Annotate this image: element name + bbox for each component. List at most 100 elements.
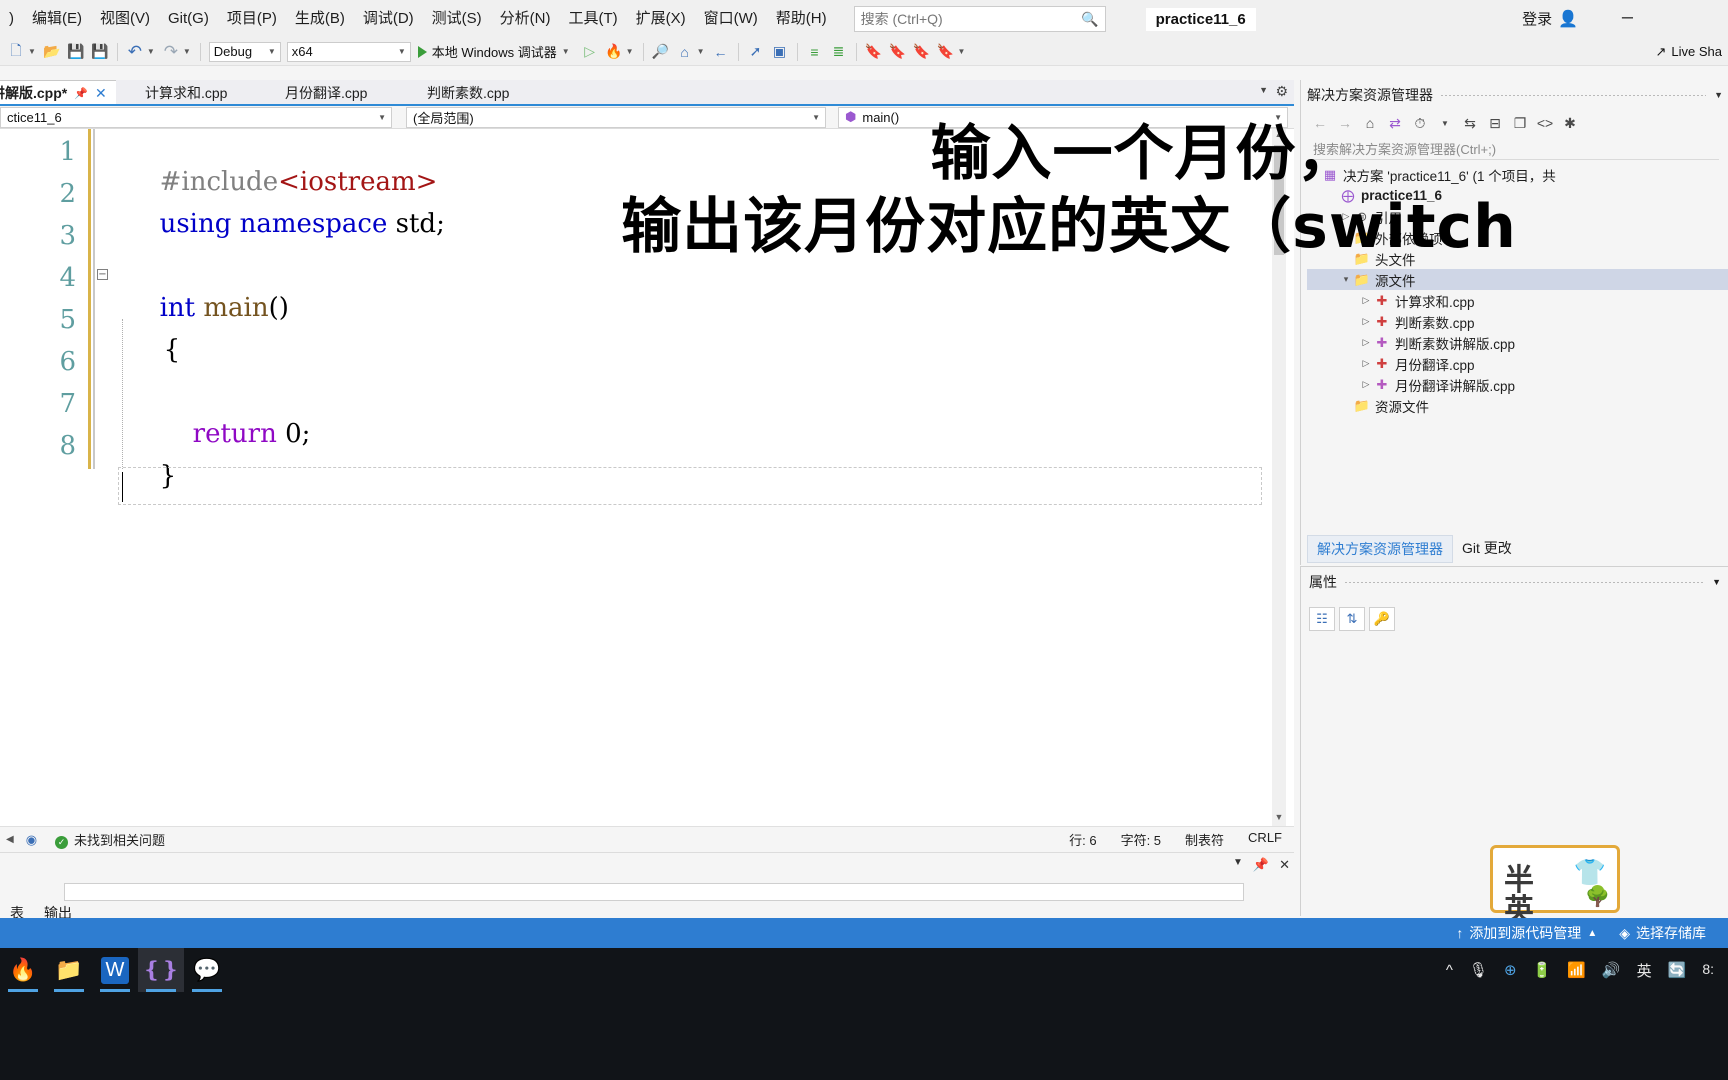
tree-node-file-prime-check[interactable]: ▷ ✚ 判断素数.cpp bbox=[1307, 311, 1728, 332]
new-project-caret-icon[interactable]: ▼ bbox=[28, 47, 36, 56]
scroll-down-icon[interactable]: ▼ bbox=[1272, 812, 1286, 826]
project-dropdown[interactable]: ctice11_6 ▼ bbox=[0, 106, 392, 128]
taskbar-app-firefox[interactable]: 🔥 bbox=[0, 948, 46, 992]
refresh-icon[interactable]: ⇆ bbox=[1459, 112, 1481, 134]
comment-icon[interactable]: ≡ bbox=[804, 41, 826, 63]
tab-month-translate-explained[interactable]: 译讲解版.cpp* 📌 ✕ bbox=[0, 80, 116, 105]
menu-item-git[interactable]: Git(G) bbox=[159, 5, 218, 33]
select-repository-button[interactable]: ◈ 选择存储库 bbox=[1619, 923, 1706, 943]
gear-icon[interactable]: ⚙ bbox=[1275, 83, 1288, 100]
add-to-source-control-button[interactable]: ↑ 添加到源代码管理 ▲ bbox=[1456, 923, 1597, 943]
undo-icon[interactable]: ↶ bbox=[124, 41, 146, 63]
taskbar-app-wechat[interactable]: 💬 bbox=[184, 948, 230, 992]
tree-node-project[interactable]: ⨁ practice11_6 bbox=[1307, 185, 1728, 206]
pin-icon[interactable]: 📌 bbox=[74, 87, 88, 100]
status-problems[interactable]: ✓ 未找到相关问题 bbox=[43, 830, 177, 849]
menu-item-edit[interactable]: 编辑(E) bbox=[23, 5, 91, 33]
chevron-down-icon[interactable]: ▼ bbox=[1233, 857, 1243, 873]
properties-icon[interactable]: ✱ bbox=[1559, 112, 1581, 134]
editor-vertical-scrollbar[interactable]: ▲ ▼ bbox=[1272, 129, 1286, 826]
start-debug-button[interactable]: 本地 Windows 调试器 ▼ bbox=[417, 42, 574, 61]
config-combo[interactable]: Debug ▼ bbox=[208, 41, 281, 62]
scope-dropdown[interactable]: (全局范围) ▼ bbox=[406, 106, 826, 128]
sync-with-active-doc-icon[interactable]: ⇄ bbox=[1384, 112, 1406, 134]
preview-icon[interactable]: ▣ bbox=[769, 41, 791, 63]
menu-item-build[interactable]: 生成(B) bbox=[286, 5, 354, 33]
menu-item-window[interactable]: 窗口(W) bbox=[695, 5, 767, 33]
tree-node-file-prime-check-explained[interactable]: ▷ ✚ 判断素数讲解版.cpp bbox=[1307, 332, 1728, 353]
tree-node-source-files[interactable]: ▾ 📁 源文件 bbox=[1307, 269, 1728, 290]
bookmark-icon[interactable]: 🔖 bbox=[863, 41, 885, 63]
code-editor[interactable]: 1 2 3 4 5 6 7 8 #include<iostream> using… bbox=[0, 129, 1294, 826]
taskbar-app-visual-studio[interactable]: ❴❵ bbox=[138, 948, 184, 992]
new-folder-icon[interactable]: ❐ bbox=[1509, 112, 1531, 134]
error-list-icon[interactable]: ◉ bbox=[20, 832, 43, 848]
volume-icon[interactable]: 🔊 bbox=[1602, 961, 1621, 979]
menu-item-view[interactable]: 视图(V) bbox=[91, 5, 159, 33]
chevron-down-icon[interactable]: ▼ bbox=[1434, 112, 1456, 134]
search-input[interactable]: 搜索 (Ctrl+Q) 🔍 bbox=[853, 6, 1106, 32]
chevron-down-icon[interactable]: ▼ bbox=[1712, 577, 1721, 587]
ime-indicator[interactable]: 英 bbox=[1637, 960, 1652, 981]
tree-expander[interactable]: ▷ bbox=[1359, 316, 1373, 327]
home-icon[interactable]: ⌂ bbox=[674, 41, 696, 63]
sogou-icon[interactable]: 🔄 bbox=[1668, 961, 1687, 979]
wifi-icon[interactable]: 📶 bbox=[1567, 961, 1586, 979]
close-icon[interactable]: ✕ bbox=[1279, 857, 1290, 873]
platform-combo[interactable]: x64 ▼ bbox=[286, 41, 411, 62]
select-element-icon[interactable]: ➚ bbox=[745, 41, 767, 63]
forward-icon[interactable]: → bbox=[1334, 112, 1356, 134]
member-dropdown[interactable]: ⬢ main() ▼ bbox=[838, 106, 1288, 128]
menu-item-debug[interactable]: 调试(D) bbox=[354, 5, 423, 33]
update-icon[interactable]: ⊕ bbox=[1504, 961, 1517, 979]
close-icon[interactable]: ✕ bbox=[95, 85, 107, 102]
tree-node-resource-files[interactable]: 📁 资源文件 bbox=[1307, 395, 1728, 416]
show-all-files-icon[interactable]: <> bbox=[1534, 112, 1556, 134]
menu-item-test[interactable]: 测试(S) bbox=[423, 5, 491, 33]
tree-expander[interactable]: ▷ bbox=[1359, 295, 1373, 306]
output-find-bar[interactable] bbox=[64, 883, 1244, 901]
uncomment-icon[interactable]: ≣ bbox=[828, 41, 850, 63]
live-share-button[interactable]: ↗ Live Sha bbox=[1656, 44, 1723, 60]
scroll-up-icon[interactable]: ▲ bbox=[1272, 129, 1286, 143]
tree-node-solution[interactable]: ▦ 决方案 'practice11_6' (1 个项目，共 bbox=[1307, 164, 1728, 185]
start-no-debug-icon[interactable]: ▷ bbox=[579, 41, 601, 63]
menu-item-extensions[interactable]: 扩展(X) bbox=[627, 5, 695, 33]
pin-icon[interactable]: 📌 bbox=[1253, 857, 1269, 873]
fold-toggle-icon[interactable]: − bbox=[97, 269, 108, 280]
taskbar-app-wps[interactable]: W bbox=[92, 948, 138, 992]
tab-month-translate[interactable]: 月份翻译.cpp bbox=[276, 80, 376, 105]
tab-prime-check[interactable]: 判断素数.cpp bbox=[418, 80, 518, 105]
new-project-icon[interactable]: 🗋 bbox=[5, 41, 27, 63]
chevron-down-icon[interactable]: ▼ bbox=[1259, 85, 1268, 95]
tree-expander[interactable]: ▷ bbox=[1359, 337, 1373, 348]
hot-reload-caret-icon[interactable]: ▼ bbox=[626, 47, 634, 56]
menu-item-analyze[interactable]: 分析(N) bbox=[491, 5, 560, 33]
pending-changes-icon[interactable]: ⏱ bbox=[1409, 112, 1431, 134]
status-nav-left-icon[interactable]: ◀ bbox=[0, 834, 20, 845]
bookmark-caret-icon[interactable]: ▼ bbox=[958, 47, 966, 56]
menu-item-help[interactable]: 帮助(H) bbox=[767, 5, 836, 33]
undo-caret-icon[interactable]: ▼ bbox=[147, 47, 155, 56]
minimize-icon[interactable]: – bbox=[1622, 6, 1633, 29]
redo-icon[interactable]: ↷ bbox=[160, 41, 182, 63]
prev-bookmark-icon[interactable]: 🔖 bbox=[887, 41, 909, 63]
save-all-icon[interactable]: 💾 bbox=[89, 41, 111, 63]
taskbar-app-file-explorer[interactable]: 📁 bbox=[46, 948, 92, 992]
menu-item-tools[interactable]: 工具(T) bbox=[559, 5, 626, 33]
next-bookmark-icon[interactable]: 🔖 bbox=[911, 41, 933, 63]
tree-node-external-deps[interactable]: ▷ 📁 外部依赖项 bbox=[1307, 227, 1728, 248]
chevron-up-icon[interactable]: ^ bbox=[1446, 962, 1453, 979]
scrollbar-thumb[interactable] bbox=[1274, 145, 1284, 255]
alphabetical-icon[interactable]: ⇅ bbox=[1339, 607, 1365, 631]
menu-item-project[interactable]: 项目(P) bbox=[218, 5, 286, 33]
solution-explorer-search-input[interactable]: 搜索解决方案资源管理器(Ctrl+;) bbox=[1309, 138, 1719, 160]
tree-node-references[interactable]: ▷ ⊜ 引用 bbox=[1307, 206, 1728, 227]
battery-icon[interactable]: 🔋 bbox=[1533, 961, 1552, 979]
tree-node-file-sum-calc[interactable]: ▷ ✚ 计算求和.cpp bbox=[1307, 290, 1728, 311]
login-area[interactable]: 登录 👤 bbox=[1522, 8, 1578, 29]
hot-reload-icon[interactable]: 🔥 bbox=[603, 41, 625, 63]
tree-expander[interactable]: ▷ bbox=[1359, 379, 1373, 390]
home-caret-icon[interactable]: ▼ bbox=[697, 47, 705, 56]
tree-node-file-month-translate-explained[interactable]: ▷ ✚ 月份翻译讲解版.cpp bbox=[1307, 374, 1728, 395]
